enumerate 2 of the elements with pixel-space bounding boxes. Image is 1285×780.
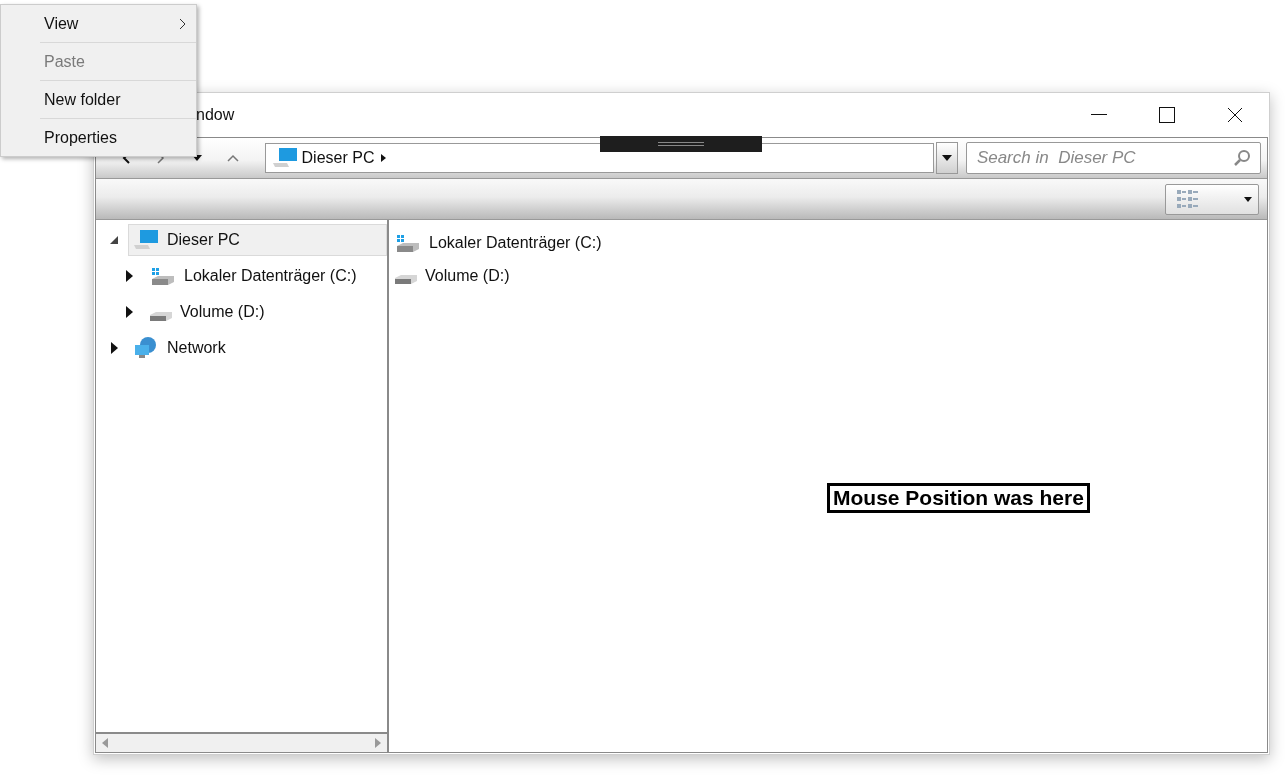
mouse-position-label: Mouse Position was here xyxy=(827,483,1090,513)
window-title: ndow xyxy=(196,106,236,124)
